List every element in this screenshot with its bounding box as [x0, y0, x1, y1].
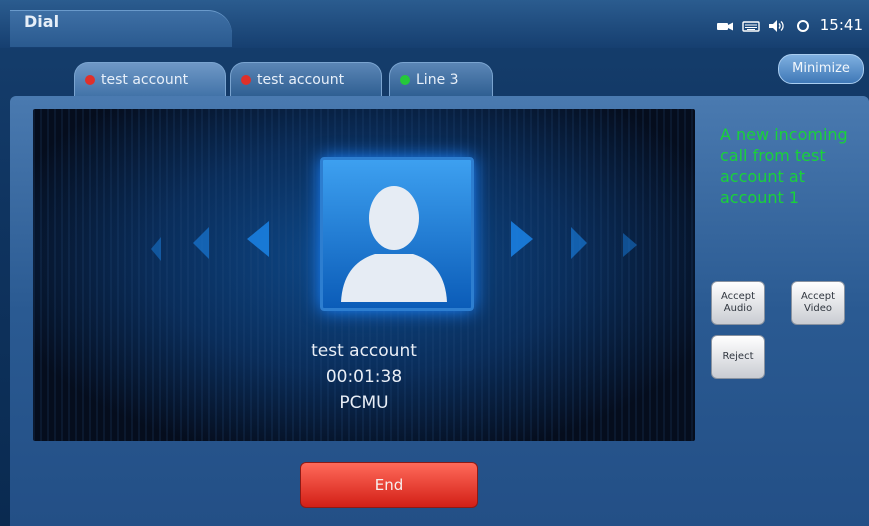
status-dot: [241, 74, 251, 85]
tab-line-1[interactable]: test account: [74, 62, 226, 96]
app-title: Dial: [24, 12, 60, 31]
clock: 15:41: [819, 16, 863, 34]
call-codec: PCMU: [339, 393, 389, 413]
status-dot: [85, 74, 95, 85]
tab-line-3[interactable]: Line 3: [389, 62, 493, 96]
keyboard-icon: [742, 18, 760, 32]
minimize-button[interactable]: Minimize: [778, 54, 864, 84]
person-icon: [341, 186, 447, 302]
accept-audio-button[interactable]: Accept Audio: [711, 281, 765, 325]
end-call-button[interactable]: End: [300, 462, 478, 508]
speaker-icon: [768, 18, 786, 32]
tab-line-2[interactable]: test account: [230, 62, 382, 96]
caller-avatar: [320, 157, 474, 311]
tab-label: test account: [257, 71, 345, 88]
dial-screen: Dial 15:41 test account test account Lin…: [0, 0, 869, 526]
top-bar: Dial 15:41: [0, 0, 869, 48]
status-bar: 15:41: [716, 16, 863, 34]
call-video-area: test account 00:01:38 PCMU: [33, 109, 695, 441]
tab-label: test account: [101, 71, 189, 88]
call-duration: 00:01:38: [325, 367, 403, 387]
caller-name: test account: [311, 341, 417, 361]
accept-video-button[interactable]: Accept Video: [791, 281, 845, 325]
status-dot: [400, 74, 410, 85]
tab-label: Line 3: [416, 71, 459, 88]
reject-button[interactable]: Reject: [711, 335, 765, 379]
incoming-call-message: A new incoming call from test account at…: [720, 125, 848, 207]
sync-icon: [794, 18, 812, 32]
camera-icon: [716, 18, 734, 32]
